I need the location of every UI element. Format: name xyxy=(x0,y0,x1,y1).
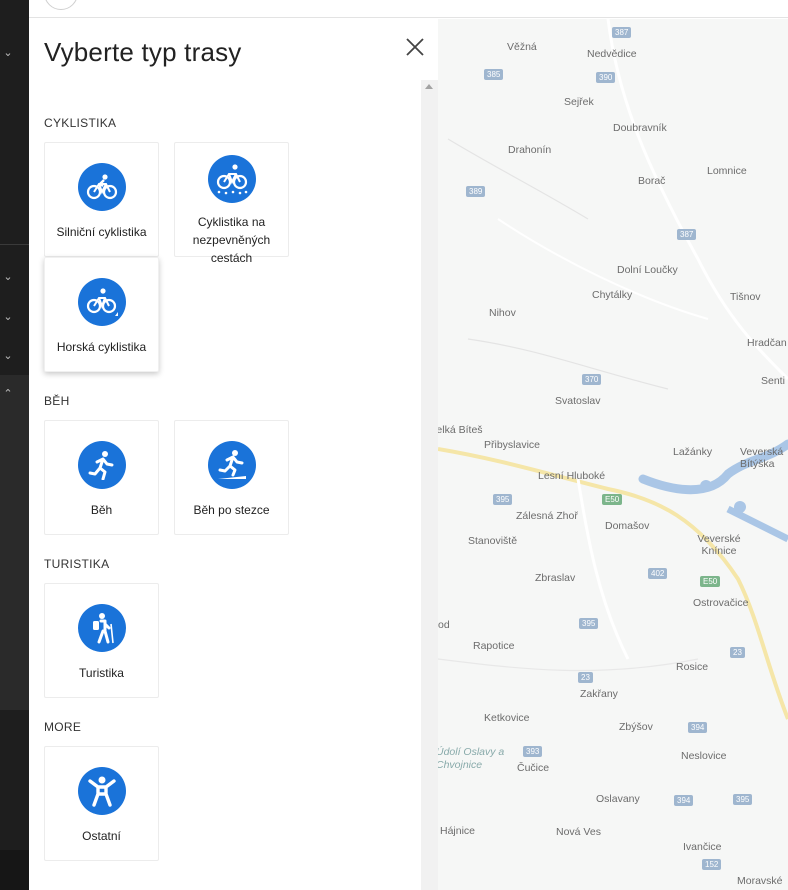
avatar[interactable] xyxy=(44,0,78,10)
chevron-down-icon[interactable]: ⌄ xyxy=(0,44,16,60)
map-place-label: od xyxy=(438,619,450,631)
map-place-label: Ketkovice xyxy=(484,712,530,724)
rail-expanded-section xyxy=(0,375,29,710)
road-number-badge: 402 xyxy=(648,568,668,579)
close-icon[interactable] xyxy=(403,35,427,59)
left-rail: ⌄ ⌄ ⌄ ⌄ ⌃ xyxy=(0,0,29,890)
panel-title: Vyberte typ trasy xyxy=(44,37,242,67)
chevron-down-icon[interactable]: ⌄ xyxy=(0,347,16,363)
map-place-label: Sejřek xyxy=(564,96,594,108)
map-place-label: Moravské xyxy=(737,875,783,887)
section-heading-running: BĚH xyxy=(44,394,70,408)
section-heading-more: MORE xyxy=(44,720,82,734)
map-place-label: Tišnov xyxy=(730,291,761,303)
map-place-label: Věžná xyxy=(507,41,537,53)
road-number-badge: 394 xyxy=(688,722,708,733)
map-place-label: Čučice xyxy=(517,762,550,774)
road-number-badge: 395 xyxy=(579,618,599,629)
section-heading-cycling: CYKLISTIKA xyxy=(44,116,117,130)
rail-footer xyxy=(0,850,29,890)
road-number-badge: 370 xyxy=(582,374,602,385)
chevron-down-icon[interactable]: ⌄ xyxy=(0,268,16,284)
road-number-badge: 152 xyxy=(702,859,722,870)
section-heading-hiking: TURISTIKA xyxy=(44,557,110,571)
runner-icon xyxy=(78,441,126,489)
hiker-icon xyxy=(78,604,126,652)
top-bar xyxy=(29,0,788,18)
road-number-badge: 389 xyxy=(466,186,486,197)
map-place-label: Oslavany xyxy=(596,793,640,805)
map-place-label: Nihov xyxy=(489,307,516,319)
route-type-label: Běh po stezce xyxy=(193,503,270,517)
map-place-label: Lažánky xyxy=(673,446,713,458)
map-place-label: Svatoslav xyxy=(555,395,601,407)
panel-scrollbar[interactable] xyxy=(421,80,438,890)
road-number-badge: 390 xyxy=(596,72,616,83)
map-place-label: Zbýšov xyxy=(619,721,653,733)
map-place-label: Zakřany xyxy=(580,688,618,700)
road-number-badge: 23 xyxy=(578,672,593,683)
road-bike-icon xyxy=(78,163,126,211)
map-place-label: Senti xyxy=(761,375,785,387)
route-type-label: Ostatní xyxy=(82,829,121,843)
map-place-label: Dolní Loučky xyxy=(617,264,678,276)
map-place-label: Domašov xyxy=(605,520,650,532)
road-number-badge: 393 xyxy=(523,746,543,757)
road-number-badge: 385 xyxy=(484,69,504,80)
person-arms-up-icon xyxy=(78,767,126,815)
route-type-hiking[interactable]: Turistika xyxy=(44,583,159,698)
route-type-label: Cyklistika na nezpevněných cestách xyxy=(192,215,271,265)
road-number-badge: 395 xyxy=(493,494,513,505)
map-place-label: Rosice xyxy=(676,661,709,673)
map-place-label: Rapotice xyxy=(473,640,515,652)
road-number-badge: E50 xyxy=(602,494,623,505)
map-view[interactable]: Věžná Nedvědice Sejřek Doubravník Drahon… xyxy=(438,19,788,890)
map-place-label: Lomnice xyxy=(707,165,747,177)
map-place-label: Chytálky xyxy=(592,289,633,301)
road-number-badge: 387 xyxy=(677,229,697,240)
route-type-other[interactable]: Ostatní xyxy=(44,746,159,861)
route-type-label: Běh xyxy=(90,503,113,517)
rail-divider xyxy=(0,244,29,245)
map-place-label: Borač xyxy=(638,175,666,187)
trail-runner-icon xyxy=(208,441,256,489)
mountain-bike-icon xyxy=(78,278,126,326)
map-place-label: Neslovice xyxy=(681,750,727,762)
chevron-down-icon[interactable]: ⌄ xyxy=(0,308,16,324)
route-type-label: Turistika xyxy=(79,666,124,680)
map-place-label: Údolí Oslavy a Chvojnice xyxy=(438,746,505,771)
map-place-label: Veverská Bítýška xyxy=(740,446,784,470)
map-place-label: Doubravník xyxy=(613,122,667,134)
route-type-panel: Vyberte typ trasy CYKLISTIKA Silniční cy… xyxy=(29,19,438,890)
route-type-mountain-biking[interactable]: Horská cyklistika xyxy=(44,257,159,372)
map-place-label: Přibyslavice xyxy=(484,439,541,451)
route-type-running[interactable]: Běh xyxy=(44,420,159,535)
route-type-road-cycling[interactable]: Silniční cyklistika xyxy=(44,142,159,257)
route-type-trail-running[interactable]: Běh po stezce xyxy=(174,420,289,535)
map-place-label: Ivančice xyxy=(683,841,722,853)
scroll-up-icon[interactable] xyxy=(425,84,433,89)
road-number-badge: 395 xyxy=(733,794,753,805)
map-place-label: Veverské Knínice xyxy=(697,533,741,557)
route-type-label: Silniční cyklistika xyxy=(56,225,147,239)
map-place-label: Nová Ves xyxy=(556,826,601,838)
road-number-badge: 23 xyxy=(730,647,745,658)
route-type-label: Horská cyklistika xyxy=(56,340,147,354)
chevron-up-icon[interactable]: ⌃ xyxy=(0,385,16,401)
map-place-label: Ostrovačice xyxy=(693,597,749,609)
map-place-label: Nedvědice xyxy=(587,48,637,60)
map-place-label: Zálesná Zhoř xyxy=(516,510,578,522)
map-place-label: Hájnice xyxy=(440,825,476,837)
map-place-label: Lesní Hluboké xyxy=(538,470,606,482)
map-place-label: Stanoviště xyxy=(468,535,518,547)
road-number-badge: 387 xyxy=(612,27,632,38)
road-number-badge: E50 xyxy=(700,576,721,587)
map-place-label: Velká Bíteš xyxy=(438,424,483,436)
route-type-gravel-cycling[interactable]: Cyklistika na nezpevněných cestách xyxy=(174,142,289,265)
map-place-label: Zbraslav xyxy=(535,572,576,584)
map-place-label: Hradčan xyxy=(747,337,787,349)
gravel-bike-icon xyxy=(208,155,256,203)
map-place-label: Drahonín xyxy=(508,144,552,156)
road-number-badge: 394 xyxy=(674,795,694,806)
